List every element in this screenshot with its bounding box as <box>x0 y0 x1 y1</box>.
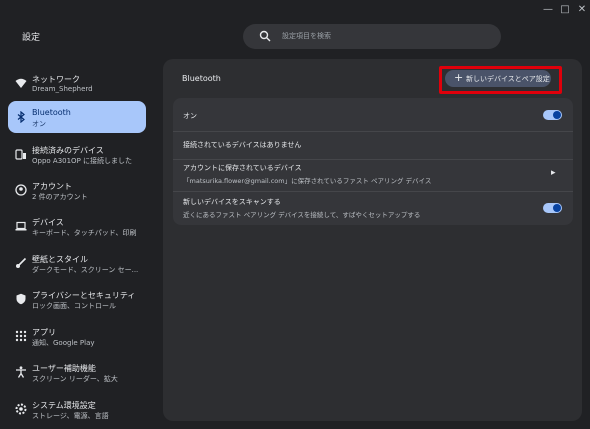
sidebar-item-device[interactable]: デバイス キーボード、タッチパッド、印刷 <box>8 210 146 242</box>
app-title: 設定 <box>22 33 41 43</box>
sidebar-item-label: アプリ <box>32 328 56 337</box>
bluetooth-toggle[interactable] <box>543 110 562 120</box>
search-icon <box>259 30 271 42</box>
scan-toggle[interactable] <box>543 203 562 213</box>
sidebar-item-label: 壁紙とスタイル <box>32 255 88 264</box>
wifi-icon <box>15 78 27 88</box>
sidebar-item-sublabel: スクリーン リーダー、拡大 <box>32 375 118 383</box>
sidebar-item-system-preferences[interactable]: システム環境設定 ストレージ、電源、言語 <box>8 393 146 425</box>
search-box[interactable]: 設定項目を検索 <box>243 24 501 49</box>
saved-devices-subtitle: 「matsurika.flower@gmail.com」に保存されているファスト… <box>183 177 432 185</box>
scan-devices-row[interactable]: 新しいデバイスをスキャンする 近くにあるファスト ペアリング デバイスを接続して… <box>173 192 573 225</box>
bluetooth-settings-card: オン 接続されているデバイスはありません アカウントに保存されているデバイス 「… <box>173 98 573 225</box>
sidebar-item-label: アカウント <box>32 182 72 191</box>
phone-laptop-icon <box>15 149 26 160</box>
sidebar-item-label: 接続済みのデバイス <box>32 146 104 155</box>
sidebar-item-sublabel: ストレージ、電源、言語 <box>32 412 109 420</box>
saved-devices-row[interactable]: アカウントに保存されているデバイス 「matsurika.flower@gmai… <box>173 160 573 190</box>
sidebar-item-sublabel: ダークモード、スクリーン セー... <box>32 266 139 274</box>
sidebar-item-sublabel: 2 件のアカウント <box>32 193 88 201</box>
sidebar-item-sublabel: オン <box>32 120 46 128</box>
account-icon <box>15 184 27 196</box>
paintbrush-icon <box>16 257 27 268</box>
sidebar-item-sublabel: Dream_Shepherd <box>32 85 93 93</box>
bluetooth-on-row[interactable]: オン <box>173 98 573 131</box>
sidebar-item-accessibility[interactable]: ユーザー補助機能 スクリーン リーダー、拡大 <box>8 356 146 388</box>
laptop-icon <box>15 221 27 231</box>
minimize-button[interactable]: — <box>540 2 556 18</box>
bluetooth-panel: Bluetooth + 新しいデバイスとペア設定 オン 接続されているデバイスは… <box>163 59 582 421</box>
sidebar-item-sublabel: Oppo A301OP に接続しました <box>32 157 133 165</box>
scan-devices-subtitle: 近くにあるファスト ペアリング デバイスを接続して、すばやくセットアップする <box>183 211 421 219</box>
sidebar-item-sublabel: 通知、Google Play <box>32 339 95 347</box>
sidebar-item-wallpaper-style[interactable]: 壁紙とスタイル ダークモード、スクリーン セー... <box>8 247 146 279</box>
accessibility-icon <box>16 366 26 378</box>
sidebar-item-label: ネットワーク <box>32 75 80 84</box>
sidebar-item-privacy-security[interactable]: プライバシーとセキュリティ ロック画面、コントロール <box>8 283 146 315</box>
sidebar-item-accounts[interactable]: アカウント 2 件のアカウント <box>8 174 146 206</box>
pair-new-device-button[interactable]: + 新しいデバイスとペア設定 <box>445 70 551 87</box>
maximize-button[interactable]: □ <box>557 2 573 18</box>
no-devices-row: 接続されているデバイスはありません <box>173 132 573 159</box>
window-titlebar: — □ ✕ <box>0 0 590 20</box>
chevron-right-icon: ▸ <box>551 168 556 178</box>
sidebar-item-label: ユーザー補助機能 <box>32 364 96 373</box>
sidebar-item-sublabel: キーボード、タッチパッド、印刷 <box>32 229 137 237</box>
pair-button-label: 新しいデバイスとペア設定 <box>466 75 550 83</box>
apps-grid-icon <box>15 330 27 342</box>
search-placeholder: 設定項目を検索 <box>282 32 331 40</box>
system-gear-icon <box>15 403 27 415</box>
bluetooth-on-label: オン <box>183 112 197 120</box>
sidebar-item-label: プライバシーとセキュリティ <box>32 291 136 300</box>
saved-devices-title: アカウントに保存されているデバイス <box>183 164 302 172</box>
sidebar-item-bluetooth[interactable]: Bluetooth オン <box>8 101 146 133</box>
bluetooth-icon <box>17 111 25 123</box>
shield-icon <box>16 293 26 305</box>
sidebar-item-label: Bluetooth <box>32 108 71 117</box>
sidebar-item-connected-devices[interactable]: 接続済みのデバイス Oppo A301OP に接続しました <box>8 138 146 170</box>
page-title: Bluetooth <box>182 74 221 83</box>
scan-devices-title: 新しいデバイスをスキャンする <box>183 198 281 206</box>
close-button[interactable]: ✕ <box>574 2 590 18</box>
plus-icon: + <box>454 71 464 84</box>
sidebar-item-sublabel: ロック画面、コントロール <box>32 302 116 310</box>
no-devices-text: 接続されているデバイスはありません <box>183 141 302 149</box>
sidebar-item-label: デバイス <box>32 218 64 227</box>
sidebar-item-network[interactable]: ネットワーク Dream_Shepherd <box>8 67 146 99</box>
sidebar-item-apps[interactable]: アプリ 通知、Google Play <box>8 320 146 352</box>
sidebar-item-label: システム環境設定 <box>32 401 96 410</box>
